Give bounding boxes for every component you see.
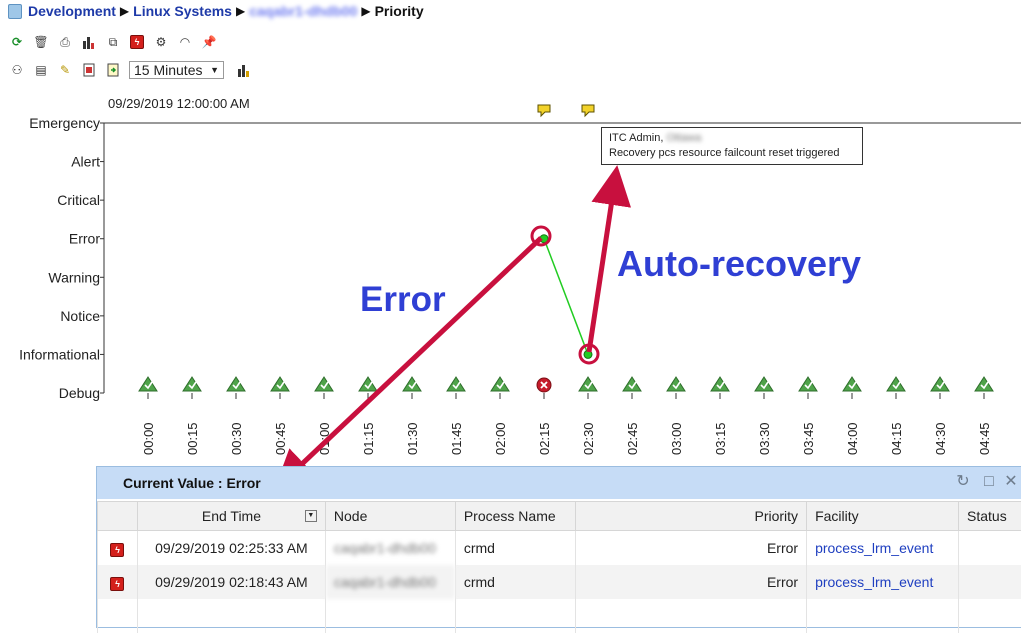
column-header-node[interactable]: Node [325,502,455,531]
events-table: End Time ▼ Node Process Name Priority Fa… [97,501,1021,633]
process-cell: crmd [455,565,575,599]
status-cell [959,531,1021,566]
table-row[interactable]: ϟ 09/29/2019 02:18:43 AM caqabr1-dhdb00 … [98,565,1021,599]
end-time-cell: 09/29/2019 02:25:33 AM [137,531,325,566]
maximize-icon[interactable]: □ [981,474,997,490]
node-cell: caqabr1-dhdb00 [325,531,455,566]
facility-link[interactable]: process_lrm_event [807,531,959,566]
table-row[interactable]: ϟ 09/29/2019 02:25:33 AM caqabr1-dhdb00 … [98,531,1021,566]
priority-cell: Error [575,531,806,566]
refresh-icon[interactable]: ↻ [955,474,971,490]
column-menu-icon[interactable]: ▼ [305,510,317,522]
column-header-end-time[interactable]: End Time ▼ [137,502,325,531]
error-point-highlight [532,227,550,245]
process-cell: crmd [455,531,575,566]
node-cell: caqabr1-dhdb00 [325,565,455,599]
recovery-annotation: Auto-recovery [617,243,861,285]
facility-link[interactable]: process_lrm_event [807,565,959,599]
table-row-empty [98,599,1021,633]
error-annotation: Error [360,280,446,320]
column-header-priority[interactable]: Priority [575,502,806,531]
panel-title: Current Value : Error [123,475,261,491]
column-header-status[interactable]: Status [959,502,1021,531]
column-header-facility[interactable]: Facility [807,502,959,531]
error-status-icon: ϟ [98,565,138,599]
priority-cell: Error [575,565,806,599]
column-header-icon [98,502,138,531]
close-icon[interactable]: ✕ [1003,474,1019,490]
current-value-panel: Current Value : Error ↻ □ ✕ End Time ▼ N… [96,466,1021,628]
error-arrow [285,238,541,480]
recovery-arrow [589,180,615,352]
column-label: End Time [202,508,261,524]
column-header-process[interactable]: Process Name [455,502,575,531]
status-cell [959,565,1021,599]
end-time-cell: 09/29/2019 02:18:43 AM [137,565,325,599]
error-status-icon: ϟ [98,531,138,566]
panel-header: Current Value : Error ↻ □ ✕ [97,467,1021,499]
